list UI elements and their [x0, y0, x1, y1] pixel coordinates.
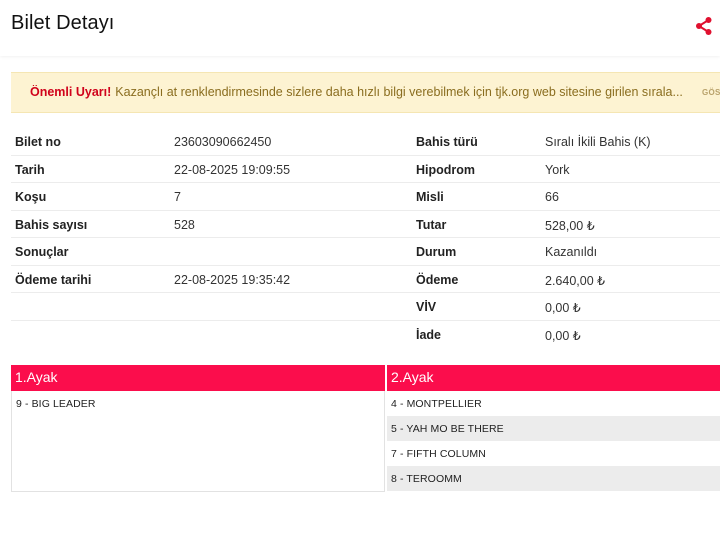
runner-item[interactable]: 4 - MONTPELLIER: [387, 391, 720, 416]
payment-value: 2.640,00 ₺: [545, 273, 606, 288]
ticket-no-label: Bilet no: [15, 135, 61, 149]
race-label: Koşu: [15, 190, 47, 204]
leg-column-1: 1.Ayak 9 - BIG LEADER: [11, 365, 385, 492]
results-label: Sonuçlar: [15, 245, 69, 259]
detail-row: Tarih 22-08-2025 19:09:55 Hipodrom York: [11, 156, 720, 183]
date-value: 22-08-2025 19:09:55: [174, 162, 291, 177]
leg-header-1: 1.Ayak: [11, 365, 385, 391]
payment-date-label: Ödeme tarihi: [15, 272, 92, 287]
refund-value: 0,00 ₺: [545, 328, 581, 343]
runner-item[interactable]: 5 - YAH MO BE THERE: [387, 416, 720, 441]
multiplier-label: Misli: [416, 190, 444, 204]
runner-item[interactable]: 8 - TEROOMM: [387, 466, 720, 491]
viv-label: VİV: [416, 300, 437, 314]
status-value: Kazanıldı: [545, 245, 598, 259]
detail-row: Koşu 7 Misli 66: [11, 183, 720, 211]
leg-body-2: 4 - MONTPELLIER 5 - YAH MO BE THERE 7 - …: [387, 391, 720, 491]
payment-label: Ödeme: [416, 272, 459, 287]
detail-row: VİV 0,00 ₺: [11, 293, 720, 321]
app-header: Bilet Detayı: [0, 0, 720, 56]
detail-row: Bahis sayısı 528 Tutar 528,00 ₺: [11, 211, 720, 238]
warning-body: Kazançlı at renklendirmesinde sizlere da…: [115, 85, 683, 99]
detail-row: İade 0,00 ₺: [11, 321, 720, 349]
runner-item[interactable]: 7 - FIFTH COLUMN: [387, 441, 720, 466]
show-warning-button[interactable]: GÖS: [702, 88, 720, 97]
page-title: Bilet Detayı: [11, 12, 115, 34]
race-value: 7: [174, 190, 181, 204]
bet-type-value: Sıralı İkili Bahis (K): [545, 135, 651, 149]
payment-date-value: 22-08-2025 19:35:42: [174, 272, 291, 287]
ticket-no-value: 23603090662450: [174, 135, 272, 149]
warning-message: Önemli Uyarı! Kazançlı at renklendirmesin…: [30, 85, 690, 99]
viv-value: 0,00 ₺: [545, 301, 581, 315]
leg-column-2: 2.Ayak 4 - MONTPELLIER 5 - YAH MO BE THE…: [387, 365, 720, 491]
multiplier-value: 66: [545, 190, 559, 204]
refund-label: İade: [416, 327, 442, 342]
amount-value: 528,00 ₺: [545, 218, 595, 233]
bet-count-label: Bahis sayısı: [15, 217, 88, 232]
racecourse-label: Hipodrom: [416, 162, 476, 177]
important-warning-banner: Önemli Uyarı! Kazançlı at renklendirmesin…: [11, 72, 720, 113]
warning-title: Önemli Uyarı!: [30, 85, 112, 99]
status-label: Durum: [416, 245, 457, 259]
detail-row: Ödeme tarihi 22-08-2025 19:35:42 Ödeme 2…: [11, 266, 720, 293]
leg-header-2: 2.Ayak: [387, 365, 720, 391]
racecourse-value: York: [545, 162, 570, 177]
runner-item[interactable]: 9 - BIG LEADER: [12, 391, 384, 416]
detail-row: Sonuçlar Durum Kazanıldı: [11, 238, 720, 266]
detail-row: Bilet no 23603090662450 Bahis türü Sıral…: [11, 128, 720, 156]
amount-label: Tutar: [416, 217, 447, 232]
leg-body-1: 9 - BIG LEADER: [11, 391, 385, 492]
ticket-details-table: Bilet no 23603090662450 Bahis türü Sıral…: [11, 128, 720, 348]
date-label: Tarih: [15, 162, 45, 177]
share-icon[interactable]: [694, 16, 714, 36]
bet-type-label: Bahis türü: [416, 135, 478, 149]
bet-count-value: 528: [174, 217, 195, 232]
